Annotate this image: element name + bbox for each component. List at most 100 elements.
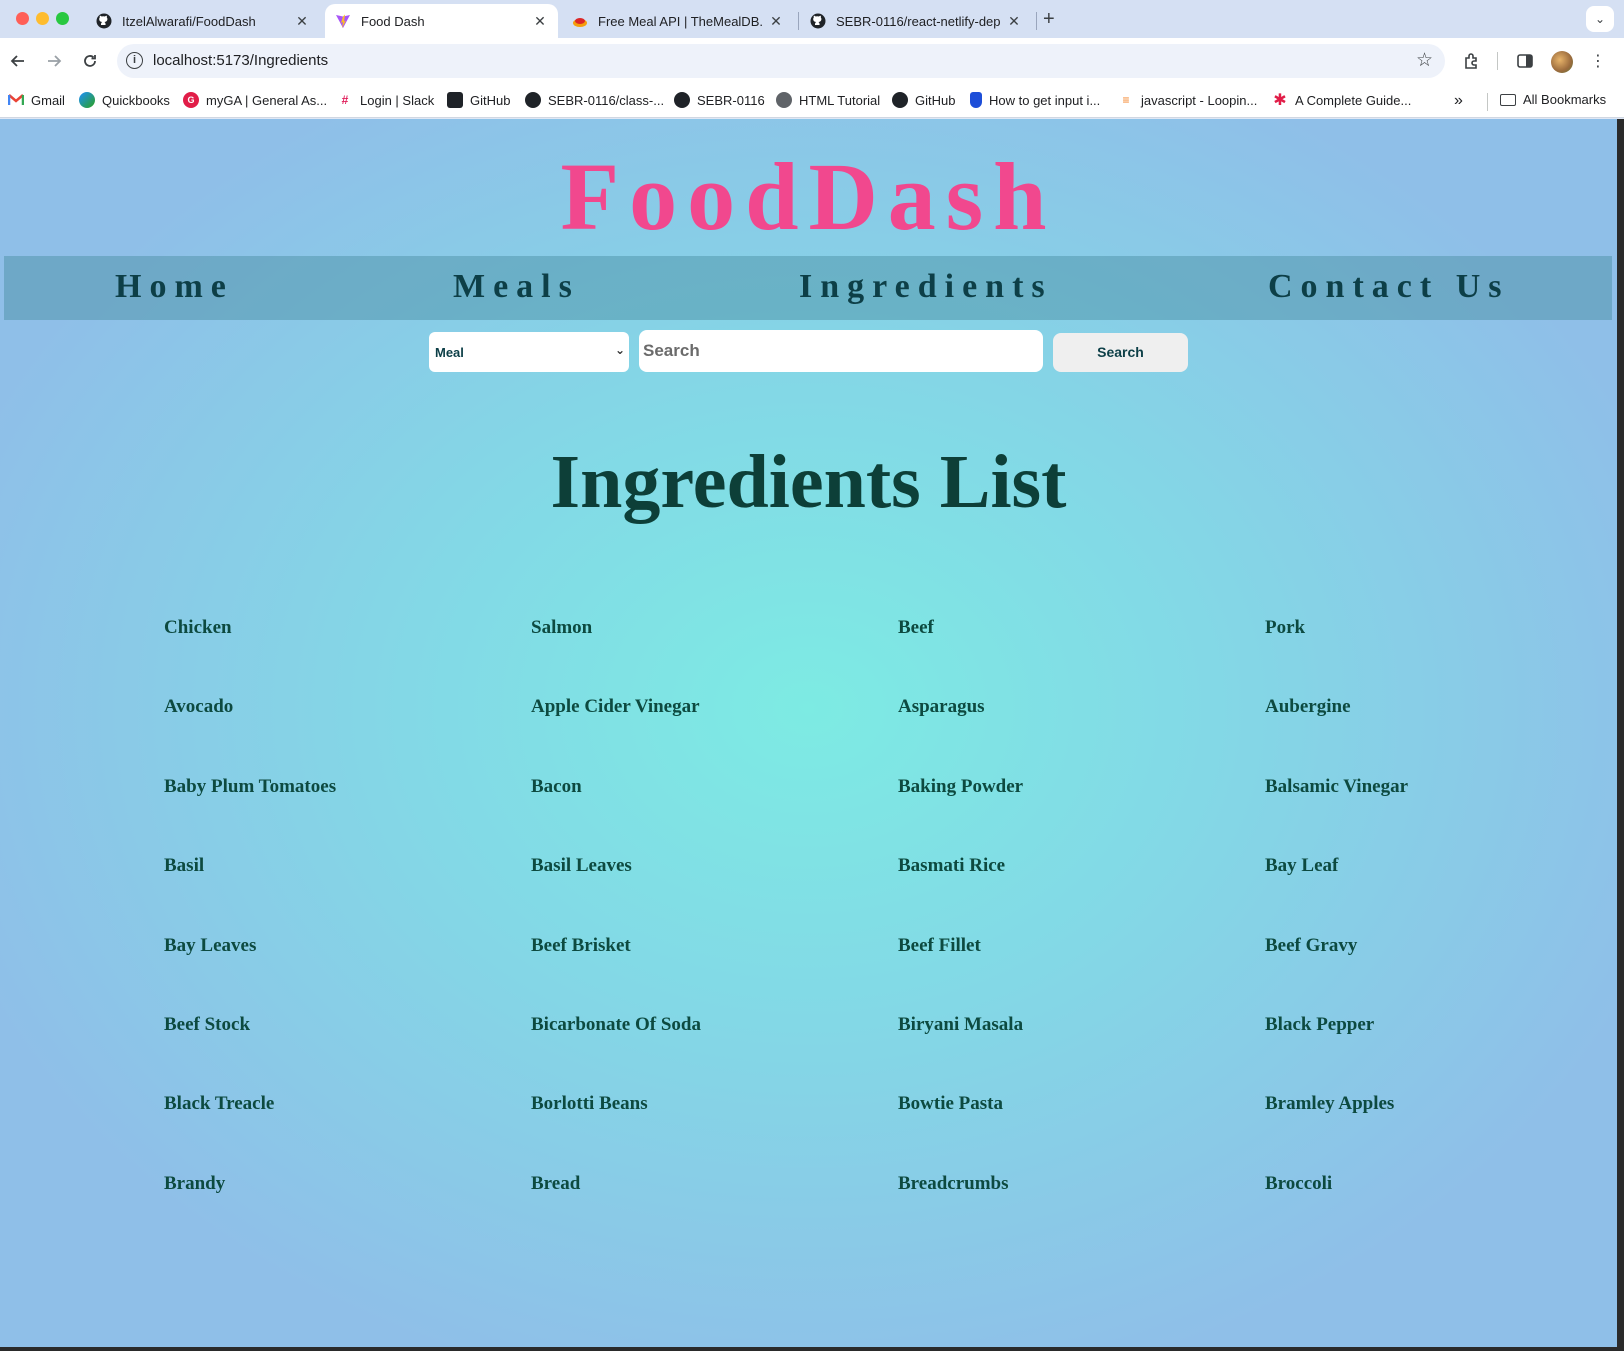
bookmark-quickbooks[interactable]: Quickbooks <box>79 92 170 108</box>
ingredient-item[interactable]: Basil Leaves <box>531 855 898 934</box>
ingredient-item[interactable]: Broccoli <box>1265 1173 1617 1252</box>
tab-label: Food Dash <box>361 13 425 29</box>
ingredient-item[interactable]: Beef Fillet <box>898 935 1265 1014</box>
tab-divider <box>1036 12 1037 30</box>
ingredient-item[interactable]: Bread <box>531 1173 898 1252</box>
ingredient-item[interactable]: Bay Leaf <box>1265 855 1617 934</box>
bookmark-sebr[interactable]: SEBR-0116 <box>674 92 765 108</box>
tab-react-netlify[interactable]: SEBR-0116/react-netlify-depl ✕ <box>800 4 1032 38</box>
bookmark-label: GitHub <box>470 92 511 108</box>
profile-avatar[interactable] <box>1551 51 1573 73</box>
ingredient-item[interactable]: Balsamic Vinegar <box>1265 776 1617 855</box>
ingredient-item[interactable]: Basil <box>164 855 531 934</box>
ingredient-item[interactable]: Baby Plum Tomatoes <box>164 776 531 855</box>
ingredient-item[interactable]: Beef Gravy <box>1265 935 1617 1014</box>
ingredient-item[interactable]: Black Treacle <box>164 1093 531 1172</box>
search-bar: Meal ⌄ Search Search <box>0 330 1617 372</box>
bookmark-gmail[interactable]: Gmail <box>8 92 65 108</box>
close-icon[interactable]: ✕ <box>532 13 548 30</box>
reload-button[interactable] <box>76 47 104 75</box>
maximize-window-button[interactable] <box>56 12 69 25</box>
ingredient-item[interactable]: Bacon <box>531 776 898 855</box>
back-button[interactable] <box>4 47 32 75</box>
ingredient-item[interactable]: Bramley Apples <box>1265 1093 1617 1172</box>
tab-label: SEBR-0116/react-netlify-depl <box>836 13 1000 29</box>
ingredient-item[interactable]: Basmati Rice <box>898 855 1265 934</box>
ingredient-item[interactable]: Breadcrumbs <box>898 1173 1265 1252</box>
ingredient-item[interactable]: Bowtie Pasta <box>898 1093 1265 1172</box>
close-icon[interactable]: ✕ <box>768 13 784 30</box>
tab-food-dash[interactable]: Food Dash ✕ <box>325 4 558 38</box>
ingredient-item[interactable]: Beef Stock <box>164 1014 531 1093</box>
bookmark-sebr-class[interactable]: SEBR-0116/class-... <box>525 92 664 108</box>
bookmark-myga[interactable]: G myGA | General As... <box>183 92 327 108</box>
ingredient-item[interactable]: Bicarbonate Of Soda <box>531 1014 898 1093</box>
github-icon <box>96 13 112 29</box>
ingredient-item[interactable]: Beef Brisket <box>531 935 898 1014</box>
ingredient-item[interactable]: Avocado <box>164 696 531 775</box>
ingredient-item[interactable]: Asparagus <box>898 696 1265 775</box>
quickbooks-icon <box>79 92 95 108</box>
new-tab-button[interactable]: + <box>1043 8 1055 31</box>
ingredient-item[interactable]: Salmon <box>531 617 898 696</box>
ingredient-item[interactable]: Apple Cider Vinegar <box>531 696 898 775</box>
tab-fooddash-repo[interactable]: ItzelAlwarafi/FoodDash ✕ <box>86 4 320 38</box>
ingredient-item[interactable]: Baking Powder <box>898 776 1265 855</box>
ingredient-item[interactable]: Bay Leaves <box>164 935 531 1014</box>
close-icon[interactable]: ✕ <box>294 13 310 30</box>
bookmark-star-icon[interactable]: ☆ <box>1416 49 1433 72</box>
ingredient-item[interactable]: Chicken <box>164 617 531 696</box>
search-button[interactable]: Search <box>1053 333 1188 372</box>
ingredient-item[interactable]: Beef <box>898 617 1265 696</box>
search-type-select[interactable]: Meal ⌄ <box>429 332 629 372</box>
ingredient-item[interactable]: Brandy <box>164 1173 531 1252</box>
bookmark-stackoverflow[interactable]: ≡ javascript - Loopin... <box>1118 92 1257 108</box>
arrow-right-icon <box>48 55 62 67</box>
ingredient-item[interactable]: Black Pepper <box>1265 1014 1617 1093</box>
nav-contact-us[interactable]: Contact Us <box>1268 268 1509 306</box>
close-icon[interactable]: ✕ <box>1006 13 1022 30</box>
ingredient-item[interactable]: Biryani Masala <box>898 1014 1265 1093</box>
close-window-button[interactable] <box>16 12 29 25</box>
bookmark-github-2[interactable]: GitHub <box>892 92 955 108</box>
bookmark-slack[interactable]: # Login | Slack <box>337 92 435 108</box>
bookmark-label: SEBR-0116 <box>697 92 765 108</box>
ingredient-item[interactable]: Pork <box>1265 617 1617 696</box>
toolbar-divider <box>1497 52 1498 70</box>
extensions-icon[interactable] <box>1461 50 1483 72</box>
bookmark-github[interactable]: GitHub <box>447 92 510 108</box>
window-edge <box>0 1347 1624 1351</box>
nav-meals[interactable]: Meals <box>453 268 580 306</box>
kebab-menu-icon[interactable]: ⋮ <box>1587 50 1609 72</box>
search-input[interactable]: Search <box>639 330 1043 372</box>
chevron-down-icon: ⌄ <box>614 343 625 357</box>
page-title: Ingredients List <box>550 440 1067 524</box>
site-logo[interactable]: FoodDash <box>0 141 1617 252</box>
github-icon <box>810 13 826 29</box>
tab-strip: ItzelAlwarafi/FoodDash ✕ Food Dash ✕ Fre… <box>0 0 1624 38</box>
site-info-icon[interactable]: i <box>126 52 143 69</box>
nav-home[interactable]: Home <box>115 268 234 306</box>
bookmark-label: javascript - Loopin... <box>1141 92 1258 108</box>
url-text[interactable]: localhost:5173/Ingredients <box>153 52 328 69</box>
tab-search-button[interactable]: ⌄ <box>1586 6 1614 32</box>
tab-mealdb[interactable]: Free Meal API | TheMealDB.co ✕ <box>562 4 794 38</box>
more-bookmarks-button[interactable]: » <box>1454 92 1463 110</box>
tab-divider <box>798 12 799 30</box>
side-panel-icon[interactable] <box>1514 50 1536 72</box>
globe-icon <box>776 92 792 108</box>
ingredient-item[interactable]: Aubergine <box>1265 696 1617 775</box>
address-bar[interactable]: i localhost:5173/Ingredients ☆ <box>117 44 1445 78</box>
bookmark-complete-guide[interactable]: ✱ A Complete Guide... <box>1272 92 1411 109</box>
nav-ingredients[interactable]: Ingredients <box>799 268 1053 306</box>
forward-button[interactable] <box>40 47 68 75</box>
tab-label: Free Meal API | TheMealDB.co <box>598 13 762 29</box>
bookmark-input-howto[interactable]: How to get input i... <box>970 92 1100 108</box>
minimize-window-button[interactable] <box>36 12 49 25</box>
reload-icon <box>84 55 96 67</box>
bookmark-label: HTML Tutorial <box>799 92 881 108</box>
bookmark-html-tutorial[interactable]: HTML Tutorial <box>776 92 880 108</box>
all-bookmarks-button[interactable]: All Bookmarks <box>1500 92 1606 107</box>
ingredient-item[interactable]: Borlotti Beans <box>531 1093 898 1172</box>
github-icon <box>447 92 463 108</box>
